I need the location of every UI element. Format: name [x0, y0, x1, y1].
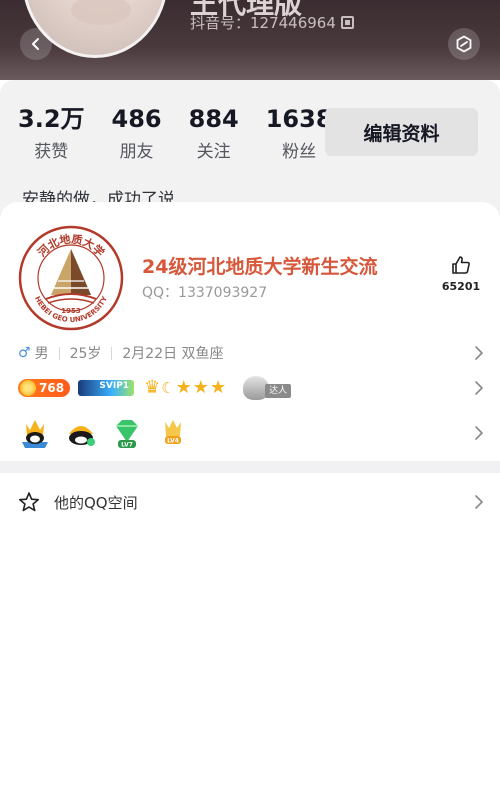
stat-likes[interactable]: 3.2万 获赞: [18, 105, 85, 162]
profile-stats: 3.2万 获赞 486 朋友 884 关注 1638 粉丝: [18, 105, 360, 162]
like-button[interactable]: 65201: [438, 254, 484, 293]
svip-badge-icon: [78, 380, 135, 396]
penguin-medal-icon: [22, 420, 48, 448]
qq-space-label: 他的QQ空间: [54, 493, 138, 512]
qq-group-card-sheet: 河北地质大学 HEBEI GEO UNIVERSITY 1953 24级河北地质…: [0, 202, 500, 808]
svg-text:LV4: LV4: [167, 438, 179, 445]
star-icon: ★: [175, 377, 192, 398]
chevron-right-icon: [475, 495, 483, 509]
thumbs-up-icon: [452, 256, 470, 274]
chevron-right-icon: [475, 381, 483, 395]
birthday-text: 2月22日 双鱼座: [122, 346, 224, 362]
group-qq-number: QQ：1337093927: [142, 285, 268, 301]
green-diamond-lv7-icon: LV7: [116, 420, 138, 449]
section-divider: [0, 461, 500, 473]
logo-year: 1953: [61, 307, 81, 315]
crown-icon: ♛: [144, 377, 161, 398]
back-button[interactable]: [20, 28, 52, 60]
star-icon: ★: [209, 377, 227, 398]
douyin-id-text: 抖音号：127446964: [190, 14, 336, 32]
stat-label: 获赞: [34, 142, 69, 162]
hexagon-settings-icon: [456, 35, 472, 53]
divider: [58, 346, 60, 360]
stat-followers[interactable]: 1638 粉丝: [266, 105, 333, 162]
medals-row[interactable]: LV7 LV4: [18, 416, 484, 450]
male-icon: ♂: [18, 345, 31, 361]
group-logo[interactable]: 河北地质大学 HEBEI GEO UNIVERSITY 1953: [18, 225, 124, 331]
penguin-hat-medal-icon: [69, 426, 95, 446]
sun-coin-icon: [20, 380, 36, 396]
stat-value: 1638: [265, 105, 333, 133]
qq-level-badge: 768: [18, 379, 71, 397]
level-stars: ♛ ☾ ★ ★ ★: [144, 378, 227, 398]
gender-text: 男: [34, 346, 49, 362]
qr-code-icon[interactable]: [340, 16, 354, 29]
divider: [111, 346, 113, 360]
daren-badge: 达人: [243, 376, 299, 400]
like-count: 65201: [441, 280, 481, 293]
chevron-right-icon: [475, 346, 483, 360]
stat-following[interactable]: 884 关注: [189, 105, 239, 162]
stat-label: 关注: [196, 142, 231, 162]
qq-space-row[interactable]: 他的QQ空间: [18, 484, 484, 520]
qq-level-value: 768: [39, 381, 65, 395]
settings-button[interactable]: [448, 28, 480, 60]
gold-crown-lv4-icon: LV4: [165, 420, 181, 445]
stat-friends[interactable]: 486 朋友: [112, 105, 162, 162]
stat-label: 粉丝: [282, 142, 317, 162]
profile-info-row[interactable]: ♂ 男 25岁 2月22日 双鱼座: [18, 342, 484, 364]
stat-label: 朋友: [119, 142, 154, 162]
daren-label: 达人: [265, 384, 292, 398]
age-text: 25岁: [69, 346, 102, 362]
chevron-right-icon: [475, 426, 483, 440]
moon-icon: ☾: [161, 379, 175, 397]
svg-text:LV7: LV7: [121, 442, 133, 449]
star-outline-icon: [19, 492, 39, 512]
stat-value: 3.2万: [18, 105, 85, 133]
stat-value: 486: [111, 105, 162, 133]
stat-value: 884: [188, 105, 239, 133]
group-name: 24级河北地质大学新生交流: [142, 256, 378, 278]
chevron-left-icon: [32, 38, 39, 50]
vip-badges-row[interactable]: 768 ♛ ☾ ★ ★ ★ 达人: [18, 374, 484, 402]
star-icon: ★: [192, 377, 209, 398]
edit-profile-button[interactable]: 编辑资料: [325, 108, 478, 156]
douyin-id: 抖音号：127446964: [190, 12, 354, 33]
